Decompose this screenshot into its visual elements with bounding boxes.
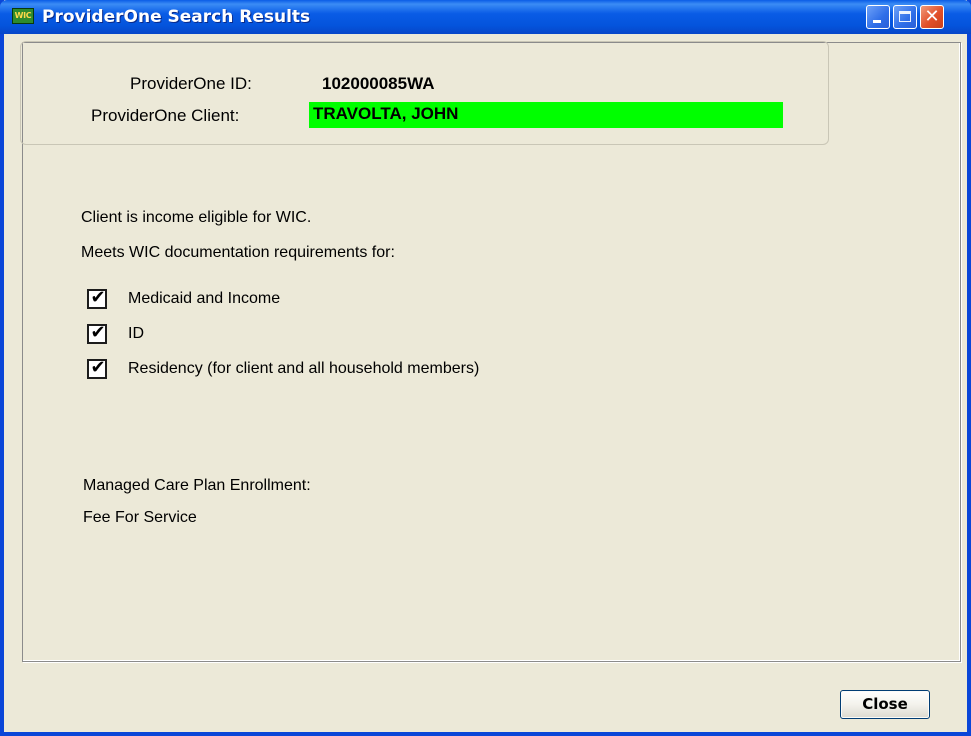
residency-checkbox[interactable]: ✔ <box>87 357 107 379</box>
wic-app-icon: WIC <box>12 8 34 24</box>
client-name-value: TRAVOLTA, JOHN <box>313 104 459 123</box>
title-bar[interactable]: WIC ProviderOne Search Results ✕ <box>0 0 971 34</box>
managed-care-value: Fee For Service <box>83 509 197 526</box>
close-icon: ✕ <box>924 6 940 27</box>
checklist-label-medicaid-income: Medicaid and Income <box>128 290 281 307</box>
documentation-requirements-text: Meets WIC documentation requirements for… <box>81 244 395 261</box>
provider-id-label: ProviderOne ID: <box>130 74 252 93</box>
checklist-label-id: ID <box>128 325 144 342</box>
checkmark-icon: ✔ <box>90 322 106 343</box>
id-checkbox[interactable]: ✔ <box>87 322 107 344</box>
window-title: ProviderOne Search Results <box>42 7 311 27</box>
provider-search-results-window: WIC ProviderOne Search Results ✕ Provide… <box>0 0 971 736</box>
client-name-highlight: TRAVOLTA, JOHN <box>309 102 783 128</box>
maximize-icon <box>899 11 911 22</box>
checkmark-icon: ✔ <box>90 287 106 308</box>
close-button[interactable]: Close <box>840 690 930 719</box>
managed-care-label: Managed Care Plan Enrollment: <box>83 477 311 494</box>
checkmark-icon: ✔ <box>90 357 106 378</box>
minimize-button[interactable] <box>866 5 890 29</box>
minimize-icon <box>873 20 881 23</box>
provider-id-value: 102000085WA <box>322 74 435 93</box>
income-eligible-text: Client is income eligible for WIC. <box>81 209 312 226</box>
provider-client-label: ProviderOne Client: <box>91 106 240 125</box>
maximize-button[interactable] <box>893 5 917 29</box>
window-close-button[interactable]: ✕ <box>920 5 944 29</box>
medicaid-income-checkbox[interactable]: ✔ <box>87 287 107 309</box>
checklist-label-residency: Residency (for client and all household … <box>128 360 480 377</box>
